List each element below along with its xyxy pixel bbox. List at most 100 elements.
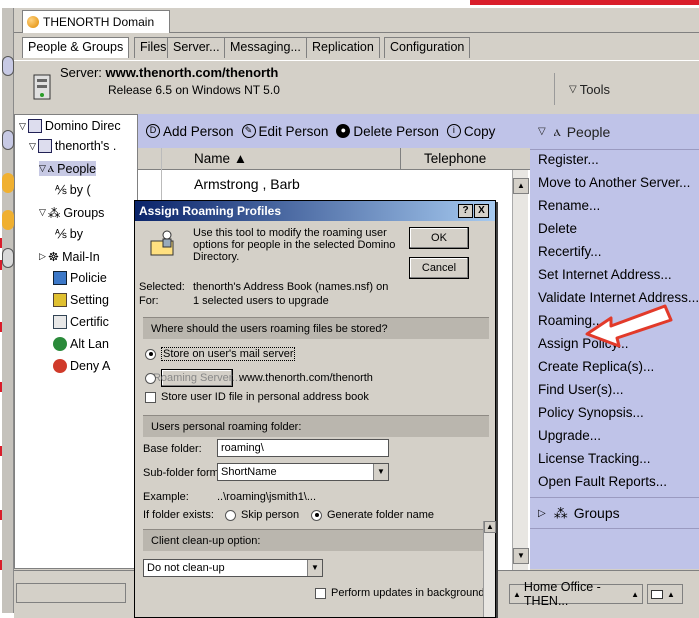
selected-label: Selected: bbox=[139, 281, 185, 293]
group-icon: ⁂ bbox=[553, 504, 568, 521]
action-policy-synopsis[interactable]: Policy Synopsis... bbox=[538, 405, 644, 420]
view-column-header: Name ▲ Telephone bbox=[138, 148, 530, 170]
tree-item-mail-in[interactable]: ▷ ☸ Mail-In bbox=[39, 249, 100, 265]
chevron-down-icon: ▼ bbox=[307, 560, 322, 576]
bookmark-icon[interactable] bbox=[2, 173, 14, 193]
tab-people-groups[interactable]: People & Groups bbox=[22, 37, 130, 58]
assign-roaming-dialog: Assign Roaming Profiles ? X Use this too… bbox=[134, 200, 496, 618]
slide-accent-line bbox=[470, 0, 699, 5]
radio-icon bbox=[225, 509, 236, 521]
people-section-header[interactable]: ▽ ⲁ People bbox=[530, 114, 699, 150]
action-recertify[interactable]: Recertify... bbox=[538, 244, 602, 259]
dialog-title-bar[interactable]: Assign Roaming Profiles ? X bbox=[135, 201, 495, 221]
action-license-tracking[interactable]: License Tracking... bbox=[538, 451, 651, 466]
copy-icon: i bbox=[446, 124, 461, 138]
tree-item-policies[interactable]: Policie bbox=[53, 271, 107, 285]
section-cleanup: Client clean-up option: bbox=[143, 529, 489, 551]
store-roaming-server-option[interactable]: Roaming Server... www.thenorth.com/theno… bbox=[145, 369, 373, 387]
tree-item-domino-directory[interactable]: ▽ Domino Direc bbox=[19, 119, 121, 133]
action-rename[interactable]: Rename... bbox=[538, 198, 600, 213]
subfolder-select[interactable]: ShortName ▼ bbox=[217, 463, 389, 481]
add-person-button[interactable]: D Add Person bbox=[146, 124, 234, 139]
sub-tab-bar: People & Groups Files Server... Messagin… bbox=[14, 34, 699, 60]
tab-replication[interactable]: Replication bbox=[306, 37, 380, 58]
action-move-server[interactable]: Move to Another Server... bbox=[538, 175, 690, 190]
background-update-checkbox[interactable]: Perform updates in background bbox=[315, 587, 484, 599]
generate-folder-name-option[interactable]: Generate folder name bbox=[311, 509, 434, 521]
tree-item-alt-languages[interactable]: Alt Lan bbox=[53, 337, 109, 351]
table-row[interactable]: Armstrong , Barb bbox=[194, 176, 300, 192]
bookmark-icon[interactable] bbox=[2, 130, 14, 150]
checkbox-icon bbox=[315, 587, 326, 599]
tab-server[interactable]: Server... bbox=[167, 37, 226, 58]
tools-button[interactable]: ▽ Tools bbox=[554, 73, 694, 105]
action-open-fault-reports[interactable]: Open Fault Reports... bbox=[538, 474, 667, 489]
edit-person-button[interactable]: ✎ Edit Person bbox=[241, 124, 328, 139]
copy-button[interactable]: i Copy bbox=[446, 124, 509, 139]
action-create-replicas[interactable]: Create Replica(s)... bbox=[538, 359, 654, 374]
certificate-icon bbox=[53, 315, 67, 329]
bookmark-icon[interactable] bbox=[2, 210, 14, 230]
domain-tab[interactable]: THENORTH Domain bbox=[22, 10, 170, 33]
chevron-down-icon: ▼ bbox=[373, 464, 388, 480]
deny-icon bbox=[53, 359, 67, 373]
scroll-up-icon[interactable]: ▲ bbox=[484, 521, 496, 533]
bookmark-sidebar bbox=[2, 8, 14, 613]
tree-item-address-book[interactable]: ▽ thenorth's . bbox=[29, 139, 116, 153]
groups-section-header[interactable]: ▷ ⁂ Groups bbox=[530, 497, 699, 529]
server-prefix: Server: bbox=[60, 65, 102, 80]
view-action-bar: D Add Person ✎ Edit Person ● Delete Person … bbox=[138, 114, 530, 148]
release-info: Release 6.5 on Windows NT 5.0 bbox=[108, 83, 280, 97]
tab-configuration[interactable]: Configuration bbox=[384, 37, 471, 58]
action-set-internet-address[interactable]: Set Internet Address... bbox=[538, 267, 672, 282]
base-folder-input[interactable]: roaming\ bbox=[217, 439, 389, 457]
close-button[interactable]: X bbox=[474, 204, 489, 218]
view-scrollbar[interactable]: ▲ ▼ bbox=[512, 170, 529, 570]
base-folder-label: Base folder: bbox=[143, 443, 202, 455]
scroll-down-icon[interactable]: ▼ bbox=[513, 548, 529, 564]
action-delete[interactable]: Delete bbox=[538, 221, 577, 236]
add-icon: D bbox=[146, 124, 160, 138]
column-telephone[interactable]: Telephone bbox=[424, 151, 486, 166]
tree-item-settings[interactable]: Setting bbox=[53, 293, 109, 307]
collapse-icon: ▽ bbox=[19, 120, 26, 131]
delete-person-button[interactable]: ● Delete Person bbox=[336, 124, 439, 139]
mail-status[interactable]: ▲ bbox=[647, 584, 683, 604]
tools-label: Tools bbox=[579, 81, 611, 97]
skip-person-option[interactable]: Skip person bbox=[225, 509, 299, 521]
directory-tree: ▽ Domino Direc ▽ thenorth's . ▽ ⲁ People ⅍ by… bbox=[14, 114, 138, 569]
action-upgrade[interactable]: Upgrade... bbox=[538, 428, 601, 443]
section-storage: Where should the users roaming files be … bbox=[143, 317, 489, 339]
tree-item-groups[interactable]: ▽ ⁂ Groups bbox=[39, 205, 104, 221]
tree-item-people[interactable]: ▽ ⲁ People bbox=[39, 161, 97, 176]
folder-exists-label: If folder exists: bbox=[143, 509, 214, 521]
cancel-button[interactable]: Cancel bbox=[409, 257, 469, 279]
cleanup-select[interactable]: Do not clean-up ▼ bbox=[143, 559, 323, 577]
store-id-checkbox[interactable]: Store user ID file in personal address b… bbox=[145, 391, 369, 403]
ok-button[interactable]: OK bbox=[409, 227, 469, 249]
tree-item-deny-access[interactable]: Deny A bbox=[53, 359, 110, 373]
tree-item-groups-by[interactable]: ⅍ by bbox=[55, 227, 83, 241]
window-tab-bar: THENORTH Domain bbox=[14, 8, 699, 33]
book-icon bbox=[37, 139, 52, 153]
store-mail-server-option[interactable]: Store on user's mail server bbox=[145, 347, 296, 361]
bookmark-icon[interactable] bbox=[2, 56, 14, 76]
chevron-down-icon: ▽ bbox=[538, 126, 546, 137]
location-selector[interactable]: ▲ Home Office - THEN... ▲ bbox=[509, 580, 643, 608]
scroll-up-icon[interactable]: ▲ bbox=[513, 178, 529, 194]
server-panel: Server: www.thenorth.com/thenorth Releas… bbox=[14, 60, 699, 114]
action-register[interactable]: Register... bbox=[538, 152, 599, 167]
column-divider[interactable] bbox=[400, 148, 401, 170]
policy-icon bbox=[53, 271, 67, 285]
column-name[interactable]: Name ▲ bbox=[194, 151, 247, 166]
dialog-scrollbar[interactable]: ▲ bbox=[483, 521, 496, 617]
tools-actions-panel: ▽ ⲁ People Register... Move to Another S… bbox=[530, 114, 699, 569]
tab-messaging[interactable]: Messaging... bbox=[224, 37, 307, 58]
tree-item-certificates[interactable]: Certific bbox=[53, 315, 109, 329]
help-button[interactable]: ? bbox=[458, 204, 473, 218]
tree-item-people-by[interactable]: ⅍ by ( bbox=[55, 183, 91, 197]
search-icon[interactable] bbox=[2, 248, 14, 268]
roaming-server-button[interactable]: Roaming Server... bbox=[153, 369, 241, 387]
action-find-users[interactable]: Find User(s)... bbox=[538, 382, 624, 397]
status-field[interactable] bbox=[16, 583, 126, 603]
